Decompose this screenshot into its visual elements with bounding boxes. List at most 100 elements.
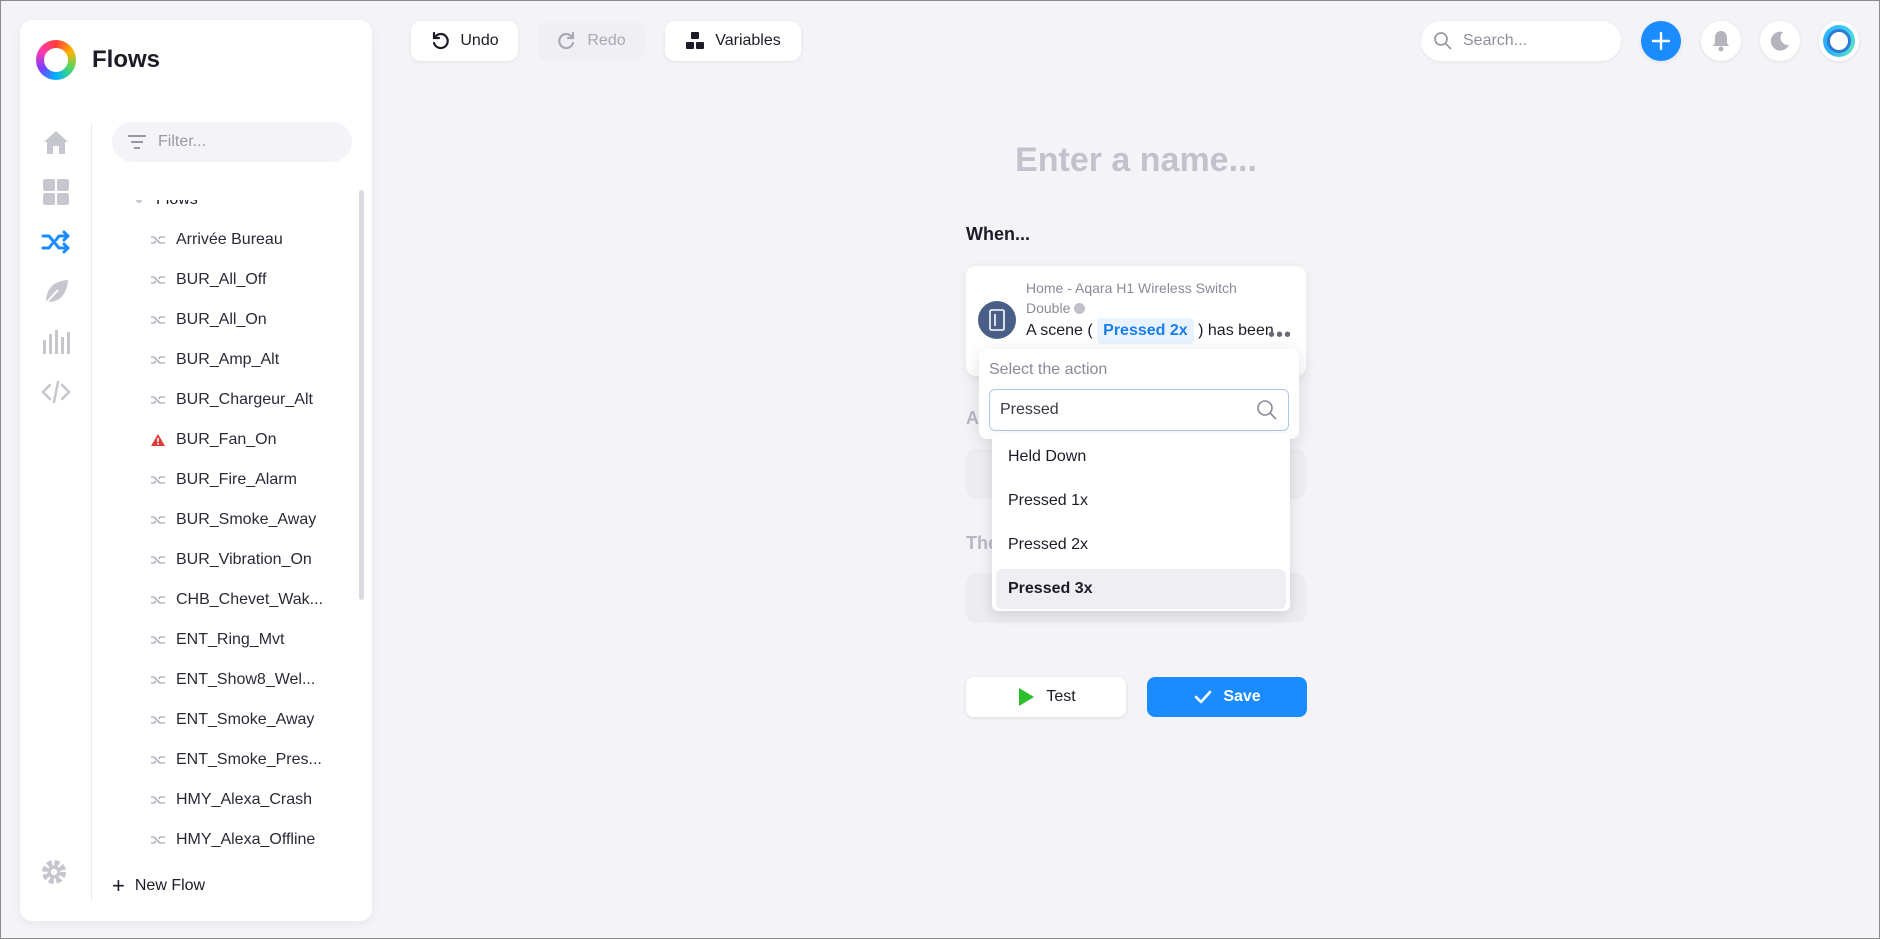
avatar-icon [1823, 25, 1855, 57]
flow-list-item[interactable]: BUR_All_Off [112, 260, 362, 300]
flow-list-item-label: BUR_Smoke_Away [176, 511, 317, 528]
bell-icon [1713, 31, 1729, 52]
flow-list-item[interactable]: ENT_Ring_Mvt [112, 620, 362, 660]
add-button[interactable] [1641, 21, 1681, 61]
undo-label: Undo [460, 32, 499, 49]
flow-icon [151, 316, 165, 324]
flow-list-item[interactable]: BUR_Vibration_On [112, 540, 362, 580]
flow-tree: Flows Arrivée Bureau BUR_All_Off BUR_All_O… [112, 200, 362, 860]
filter-icon [128, 135, 146, 149]
info-icon[interactable] [1074, 303, 1086, 314]
search-icon [1434, 32, 1452, 50]
action-select-popover: Select the action [979, 349, 1299, 439]
theme-toggle-button[interactable] [1760, 21, 1800, 61]
flow-list-item[interactable]: BUR_Fire_Alarm [112, 460, 362, 500]
action-search-input[interactable] [1000, 401, 1256, 419]
flow-list-item-label: Arrivée Bureau [176, 231, 283, 248]
flows-icon[interactable] [38, 224, 74, 260]
action-option[interactable]: Pressed 1x [996, 481, 1286, 521]
warning-flow-icon [151, 434, 165, 446]
sidebar: Flows Flows Arrivée Bureau [20, 20, 372, 921]
test-label: Test [1046, 688, 1076, 705]
flow-list-item-label: ENT_Smoke_Away [176, 711, 315, 728]
dropdown-title: Select the action [989, 361, 1108, 378]
device-switch-icon [978, 301, 1016, 339]
flow-icon [151, 596, 165, 604]
action-option[interactable]: Pressed 3x [996, 569, 1286, 609]
plus-icon [1651, 31, 1671, 51]
moon-icon [1770, 31, 1789, 51]
flow-list-item-label: BUR_Amp_Alt [176, 351, 280, 368]
search-icon [1257, 400, 1277, 420]
save-button[interactable]: Save [1147, 677, 1307, 717]
flow-list-item[interactable]: Arrivée Bureau [112, 220, 362, 260]
flow-icon [151, 756, 165, 764]
redo-label: Redo [587, 32, 626, 49]
flow-icon [151, 716, 165, 724]
flow-icon [151, 476, 165, 484]
flow-list-item[interactable]: ENT_Smoke_Away [112, 700, 362, 740]
notifications-button[interactable] [1701, 21, 1741, 61]
trigger-text-before: A scene ( [1026, 322, 1093, 339]
flow-icon [151, 796, 165, 804]
flow-icon [151, 236, 165, 244]
flow-icon [151, 516, 165, 524]
flow-list-item[interactable]: CHB_Chevet_Wak... [112, 580, 362, 620]
flow-list-item-label: HMY_Alexa_Crash [176, 791, 313, 808]
action-option[interactable]: Pressed 2x [996, 525, 1286, 565]
code-icon[interactable] [38, 374, 74, 410]
variables-icon [686, 32, 705, 49]
trigger-source: Home - Aqara H1 Wireless Switch Double [1026, 278, 1266, 318]
flow-list-item-label: ENT_Ring_Mvt [176, 631, 285, 648]
tree-root-flows[interactable]: Flows [112, 200, 362, 220]
flow-name-input[interactable]: Enter a name... [966, 141, 1306, 180]
nav-rail [20, 122, 92, 901]
flow-list-item-label: BUR_All_Off [176, 271, 267, 288]
action-search-field[interactable] [989, 389, 1289, 431]
settings-gear-icon[interactable] [38, 856, 74, 892]
more-options-icon[interactable]: ••• [1268, 324, 1292, 347]
save-label: Save [1223, 688, 1261, 705]
flow-list-item[interactable]: ENT_Smoke_Pres... [112, 740, 362, 780]
user-avatar[interactable] [1819, 21, 1859, 61]
test-button[interactable]: Test [966, 677, 1126, 717]
filter-field[interactable] [112, 122, 352, 162]
flow-list-item[interactable]: HMY_Alexa_Crash [112, 780, 362, 820]
flow-list-item[interactable]: ENT_Show8_Wel... [112, 660, 362, 700]
flow-icon [151, 276, 165, 284]
dashboard-icon[interactable] [38, 174, 74, 210]
flow-list-item-label: HMY_Alexa_Offline [176, 831, 316, 848]
plus-icon: + [112, 873, 125, 898]
action-option[interactable]: Held Down [996, 437, 1286, 477]
flow-list-item-label: CHB_Chevet_Wak... [176, 591, 324, 608]
flow-list-item[interactable]: BUR_Smoke_Away [112, 500, 362, 540]
flow-list-item[interactable]: BUR_Chargeur_Alt [112, 380, 362, 420]
undo-button[interactable]: Undo [411, 21, 518, 61]
redo-button[interactable]: Redo [538, 21, 645, 61]
trigger-text: A scene ( Pressed 2x ) has been [1026, 318, 1276, 344]
action-options-list: Held Down Pressed 1x Pressed 2x Pressed 3x [992, 433, 1290, 611]
filter-input[interactable] [158, 133, 348, 151]
insights-icon[interactable] [38, 324, 74, 360]
new-flow-button[interactable]: + New Flow [112, 875, 205, 897]
variables-label: Variables [715, 32, 781, 49]
search-input[interactable] [1463, 32, 1613, 50]
flow-list-item[interactable]: BUR_Fan_On [112, 420, 362, 460]
flow-icon [151, 676, 165, 684]
trigger-argument-chip[interactable]: Pressed 2x [1097, 318, 1194, 344]
folder-dot-icon [136, 200, 142, 203]
variables-button[interactable]: Variables [665, 21, 801, 61]
flow-list-item[interactable]: BUR_Amp_Alt [112, 340, 362, 380]
flow-list-item[interactable]: HMY_Alexa_Offline [112, 820, 362, 860]
home-icon[interactable] [38, 124, 74, 160]
redo-icon [558, 31, 575, 50]
page-title: Flows [92, 46, 161, 73]
when-label: When... [966, 224, 1030, 244]
tree-root-label: Flows [156, 200, 198, 209]
flow-list-item[interactable]: BUR_All_On [112, 300, 362, 340]
brand: Flows [36, 34, 160, 86]
global-search[interactable] [1421, 21, 1621, 61]
energy-icon[interactable] [38, 274, 74, 310]
flow-list-item-label: BUR_Fire_Alarm [176, 471, 297, 488]
trigger-text-after: ) has been [1198, 322, 1274, 339]
